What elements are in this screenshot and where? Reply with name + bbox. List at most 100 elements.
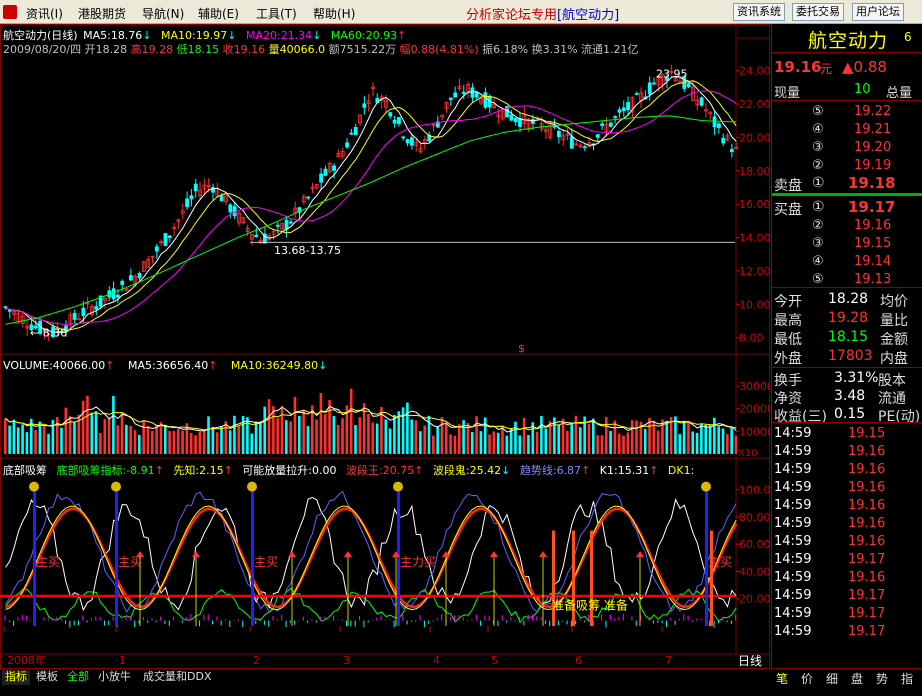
bar-high: 高19.28 xyxy=(130,43,174,56)
volume-bar xyxy=(81,400,85,454)
volume-bar xyxy=(349,388,353,454)
volume-bar xyxy=(146,425,150,454)
up-arrow-icon xyxy=(344,551,352,557)
buy-signal-label: 主力买 xyxy=(400,555,436,569)
volume-bar xyxy=(604,416,608,454)
volume-bar xyxy=(648,417,651,454)
x-axis-label: 6 xyxy=(575,654,582,667)
volume-bar xyxy=(501,425,504,454)
ind-arrow3-icon: ↑ xyxy=(414,464,424,477)
volume-bar xyxy=(16,427,20,454)
tick-time: 14:59 xyxy=(774,516,812,531)
sell1-index: ① xyxy=(812,175,825,191)
volume-bar xyxy=(276,418,279,454)
vol-y-label: 10000 xyxy=(739,425,770,438)
tab-indicators[interactable]: 指标 xyxy=(2,670,30,685)
candle-body xyxy=(7,309,12,312)
volume-bar xyxy=(55,417,59,454)
volume-bar xyxy=(237,426,241,454)
tab-templates[interactable]: 模板 xyxy=(33,670,61,685)
volume-bar xyxy=(215,432,219,454)
menu-navigate[interactable]: 导航(N) xyxy=(142,5,184,22)
candle-body xyxy=(254,234,259,238)
menu-tools[interactable]: 工具(T) xyxy=(256,5,297,22)
indicator-name[interactable]: 底部吸筹 xyxy=(3,464,47,477)
menu-help[interactable]: 帮助(H) xyxy=(313,5,355,22)
tab-price[interactable]: 价 xyxy=(796,670,818,687)
tab-trend[interactable]: 势 xyxy=(871,670,893,687)
forum-button[interactable]: 用户论坛 xyxy=(852,3,904,21)
stat2-label-right: PE(动) xyxy=(878,409,921,425)
volume-bar xyxy=(384,419,388,454)
bar-info: 2009/08/20/四 开18.28 高19.28 低18.15 收19.16… xyxy=(3,41,639,57)
info-system-button[interactable]: 资讯系统 xyxy=(733,3,785,21)
vma10-arrow-icon: ↓ xyxy=(318,359,328,372)
tab-all[interactable]: 全部 xyxy=(64,670,92,685)
up-arrow-icon xyxy=(288,551,296,557)
volume-bar xyxy=(691,431,695,454)
candle-body xyxy=(557,130,561,138)
tick-price: 19.17 xyxy=(848,606,886,621)
price-y-label: 18.00 xyxy=(739,165,770,178)
volume-bar xyxy=(8,425,11,454)
volume-bar xyxy=(159,422,163,454)
trade-tick-row: 14:59 19.16 xyxy=(772,515,922,533)
chart-pane[interactable]: 24.00 22.00 20.00 18.00 16.00 14.00 12.00 10.00… xyxy=(0,24,774,670)
stat2-row: 净资 3.48 流通 xyxy=(772,387,922,407)
up-arrow-icon xyxy=(490,551,498,557)
volume-bar xyxy=(596,435,599,454)
tab-xiaofangniu[interactable]: 小放牛 xyxy=(95,670,134,685)
quote-title-row: 航空动力 6 xyxy=(772,26,922,52)
volume-bar xyxy=(211,426,215,454)
volume-bar xyxy=(21,424,24,454)
candle-body xyxy=(474,92,479,98)
x-axis-label: 4 xyxy=(433,654,440,667)
stock-chart-svg[interactable]: 24.0022.0020.0018.0016.0014.0012.0010.00… xyxy=(0,24,774,670)
volume-bar xyxy=(708,424,712,454)
now-vol: 10 xyxy=(854,82,871,97)
volume-bar xyxy=(151,430,154,454)
stat-row: 最低 18.15 金额 xyxy=(772,328,922,348)
tick-price: 19.17 xyxy=(848,552,886,567)
candle-body xyxy=(626,102,630,111)
bar-amplitude: 振6.18% xyxy=(482,43,529,56)
range-mark-label: 13.68-13.75 xyxy=(274,244,341,257)
menu-info[interactable]: 资讯(I) xyxy=(26,5,63,22)
volume-bar xyxy=(682,420,686,454)
price-y-label: 24.00 xyxy=(739,65,770,78)
volume-bar xyxy=(332,416,336,454)
volume-bar xyxy=(483,417,487,454)
stat2-value: 3.48 xyxy=(834,388,866,404)
dollar-mark: $ xyxy=(518,342,525,355)
stat-label: 今开 xyxy=(774,294,802,310)
menu-hk-futures[interactable]: 港股期货 xyxy=(78,5,126,22)
candle-body xyxy=(613,116,618,119)
volume-bar xyxy=(354,425,357,454)
buy-price: 19.14 xyxy=(854,254,892,269)
ind-y-label: 60.00 xyxy=(739,538,770,551)
quote-panel: 航空动力 6 19.16 元 ▲0.88 现量 10 总量 ⑤ 19.22 ④ 19.… xyxy=(771,24,922,670)
buy1-row: 买盘 ① 19.17 xyxy=(772,198,922,218)
tab-trades[interactable]: 笔 xyxy=(771,670,793,687)
tab-index[interactable]: 指 xyxy=(896,670,918,687)
candle-body xyxy=(721,137,726,144)
trade-tick-row: 14:59 19.17 xyxy=(772,587,922,605)
menu-assist[interactable]: 辅助(E) xyxy=(198,5,239,22)
tab-depth[interactable]: 盘 xyxy=(846,670,868,687)
volume-bar xyxy=(285,420,288,454)
bar-volume: 量40066.0 xyxy=(268,43,326,56)
volume-bar xyxy=(414,420,418,454)
price-change: ▲0.88 xyxy=(842,58,887,76)
tab-volume-ddx[interactable]: 成交量和DDX xyxy=(140,670,214,685)
tab-detail[interactable]: 细 xyxy=(821,670,843,687)
candle-body xyxy=(288,221,293,224)
ind-label-prophet: 先知:2.15 xyxy=(173,464,224,477)
money-bag-icon xyxy=(29,481,39,492)
trade-button[interactable]: 委托交易 xyxy=(792,3,844,21)
buy-signal-label: 主买 xyxy=(36,555,60,569)
volume-bar xyxy=(574,415,578,454)
candle-body xyxy=(94,306,99,310)
volume-bar xyxy=(267,399,271,454)
volume-bar xyxy=(163,424,167,454)
price-y-label: 20.00 xyxy=(739,131,770,144)
